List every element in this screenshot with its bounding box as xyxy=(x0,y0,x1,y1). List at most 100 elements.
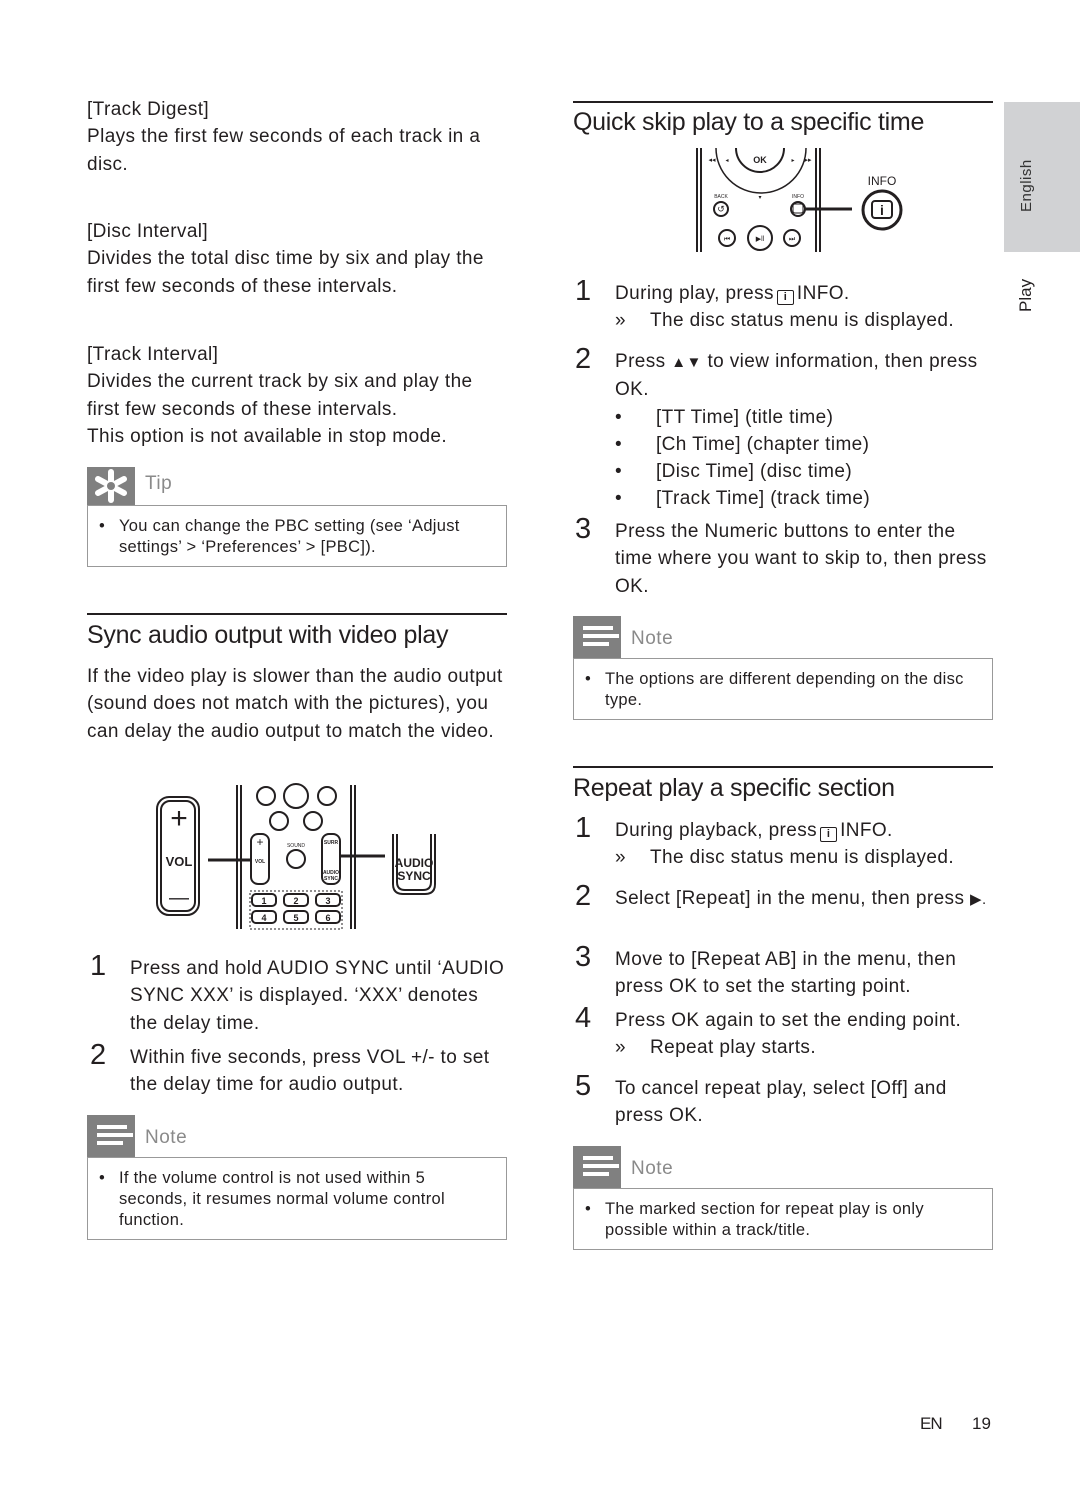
note-text: The options are different depending on t… xyxy=(605,670,964,709)
step-text: During play, press xyxy=(615,283,774,304)
option-desc: Divides the current track by six and pla… xyxy=(87,371,473,420)
repeat-step-2: 2 Select [Repeat] in the menu, then pres… xyxy=(575,882,995,913)
section-title: Quick skip play to a specific time xyxy=(573,108,925,136)
remote-audio-sync-illustration: + VOL — + VOL SOUND SURR AUDIO SYNC AUDI… xyxy=(156,783,436,930)
svg-text:◂: ◂ xyxy=(725,158,728,164)
svg-text:▾: ▾ xyxy=(758,195,761,201)
step-number: 1 xyxy=(575,812,592,844)
section-rule xyxy=(573,766,993,768)
option-desc: Divides the total disc time by six and p… xyxy=(87,248,484,297)
section-title: Sync audio output with video play xyxy=(87,621,449,649)
svg-text:▶ll: ▶ll xyxy=(756,236,765,243)
key-5: 5 xyxy=(293,913,298,923)
step-result: The disc status menu is displayed. xyxy=(650,310,955,332)
note-header: Note xyxy=(573,1146,993,1188)
audio-label: AUDIO xyxy=(395,856,434,870)
footer-language: EN xyxy=(920,1414,943,1433)
step-number: 2 xyxy=(90,1039,107,1071)
section-title: Repeat play a specific section xyxy=(573,774,895,802)
sync-step-2: 2 Within five seconds, press VOL +/- to … xyxy=(90,1041,510,1099)
step-text-end: to view information, then press OK. xyxy=(615,351,978,401)
step-number: 3 xyxy=(575,513,592,545)
bullet: • xyxy=(99,517,106,535)
small-vol-label: VOL xyxy=(255,859,265,865)
step-number: 1 xyxy=(90,950,107,982)
play-icon: ▶. xyxy=(970,891,987,908)
vol-plus-label: + xyxy=(170,802,188,835)
note-box: • The marked section for repeat play is o… xyxy=(573,1188,993,1250)
sound-label: SOUND xyxy=(287,843,305,849)
result-marker: » xyxy=(615,847,626,869)
option-track-digest: [Track Digest] Plays the first few secon… xyxy=(87,96,507,178)
info-small-label: INFO xyxy=(792,194,804,200)
skip-step-1: 1 During play, press i INFO. » The disc sta… xyxy=(575,277,995,335)
repeat-step-4: 4 Press OK again to set the ending point… xyxy=(575,1004,995,1062)
step-number: 5 xyxy=(575,1070,592,1102)
step-number: 2 xyxy=(575,343,592,375)
back-label: BACK xyxy=(714,194,728,200)
note-label: Note xyxy=(145,1127,188,1148)
note-label: Note xyxy=(631,1158,674,1179)
repeat-step-3: 3 Move to [Repeat AB] in the menu, then … xyxy=(575,943,995,1001)
step-text: Press and hold AUDIO SYNC until ‘AUDIO S… xyxy=(130,958,505,1034)
ok-label: OK xyxy=(753,155,767,165)
page-number: 19 xyxy=(972,1414,991,1433)
info-glyph: i xyxy=(880,202,884,218)
info-button-icon: i xyxy=(820,827,838,842)
key-1: 1 xyxy=(261,896,266,906)
step-number: 2 xyxy=(575,880,592,912)
svg-text:⏮: ⏮ xyxy=(724,236,730,243)
list-item: [TT Time] (title time) xyxy=(656,406,834,428)
skip-step-2: 2 Press ▲▼ to view information, then pre… xyxy=(575,345,995,513)
svg-text:▸▸: ▸▸ xyxy=(804,157,812,164)
key-2: 2 xyxy=(293,896,298,906)
step-text-end: INFO. xyxy=(796,283,850,304)
note-lines-icon xyxy=(87,1115,135,1157)
language-tab: English xyxy=(1004,102,1080,252)
note-lines-icon xyxy=(573,1146,621,1188)
step-number: 3 xyxy=(575,941,592,973)
note-header: Note xyxy=(87,1115,507,1157)
step-number: 1 xyxy=(575,275,592,307)
sync-intro: If the video play is slower than the aud… xyxy=(87,666,503,742)
result-marker: » xyxy=(615,1037,626,1059)
tip-box: • You can change the PBC setting (see ‘Ad… xyxy=(87,505,507,567)
step-number: 4 xyxy=(575,1002,592,1034)
step-result: The disc status menu is displayed. xyxy=(650,847,955,869)
sync-step-1: 1 Press and hold AUDIO SYNC until ‘AUDIO… xyxy=(90,952,510,1037)
tip-header: Tip xyxy=(87,467,507,505)
option-disc-interval: [Disc Interval] Divides the total disc t… xyxy=(87,218,507,300)
small-sync-label: SYNC xyxy=(324,876,338,882)
step-text: During playback, press xyxy=(615,820,818,841)
step-text-end: INFO. xyxy=(840,820,893,841)
note-header: Note xyxy=(573,616,993,658)
bullet: • xyxy=(585,670,592,688)
surr-label: SURR xyxy=(324,840,339,846)
bullet: • xyxy=(615,406,623,428)
asterisk-icon xyxy=(87,467,135,505)
skip-step-3: 3 Press the Numeric buttons to enter the… xyxy=(575,515,995,600)
up-down-arrows-icon: ▲▼ xyxy=(671,354,702,371)
list-item: [Ch Time] (chapter time) xyxy=(656,433,870,455)
option-label: [Track Digest] xyxy=(87,99,210,120)
sync-label: SYNC xyxy=(397,869,431,883)
option-track-interval: [Track Interval] Divides the current tra… xyxy=(87,341,507,450)
step-result: Repeat play starts. xyxy=(650,1037,817,1059)
key-3: 3 xyxy=(325,896,330,906)
section-rule xyxy=(87,613,507,615)
svg-text:⏭: ⏭ xyxy=(789,236,796,243)
option-label: [Track Interval] xyxy=(87,344,219,365)
tip-label: Tip xyxy=(145,473,173,494)
step-text: Move to [Repeat AB] in the menu, then pr… xyxy=(615,949,957,998)
remote-info-illustration: OK BACK INFO INFO i ◂◂ ◂ ▸ ▸▸ ▾ ↺ ⏮ ▶ll ⏭ xyxy=(696,147,903,252)
key-4: 4 xyxy=(261,913,266,923)
language-label: English xyxy=(1018,159,1035,212)
vol-label: VOL xyxy=(166,854,193,869)
option-desc: Plays the first few seconds of each trac… xyxy=(87,126,481,175)
step-text: Within five seconds, press VOL +/- to se… xyxy=(130,1047,490,1096)
bullet: • xyxy=(585,1200,592,1218)
vol-minus-label: — xyxy=(169,887,189,909)
small-vol-plus: + xyxy=(256,835,263,849)
step-text: Press the Numeric buttons to enter the t… xyxy=(615,521,987,597)
svg-text:◂◂: ◂◂ xyxy=(708,157,716,164)
